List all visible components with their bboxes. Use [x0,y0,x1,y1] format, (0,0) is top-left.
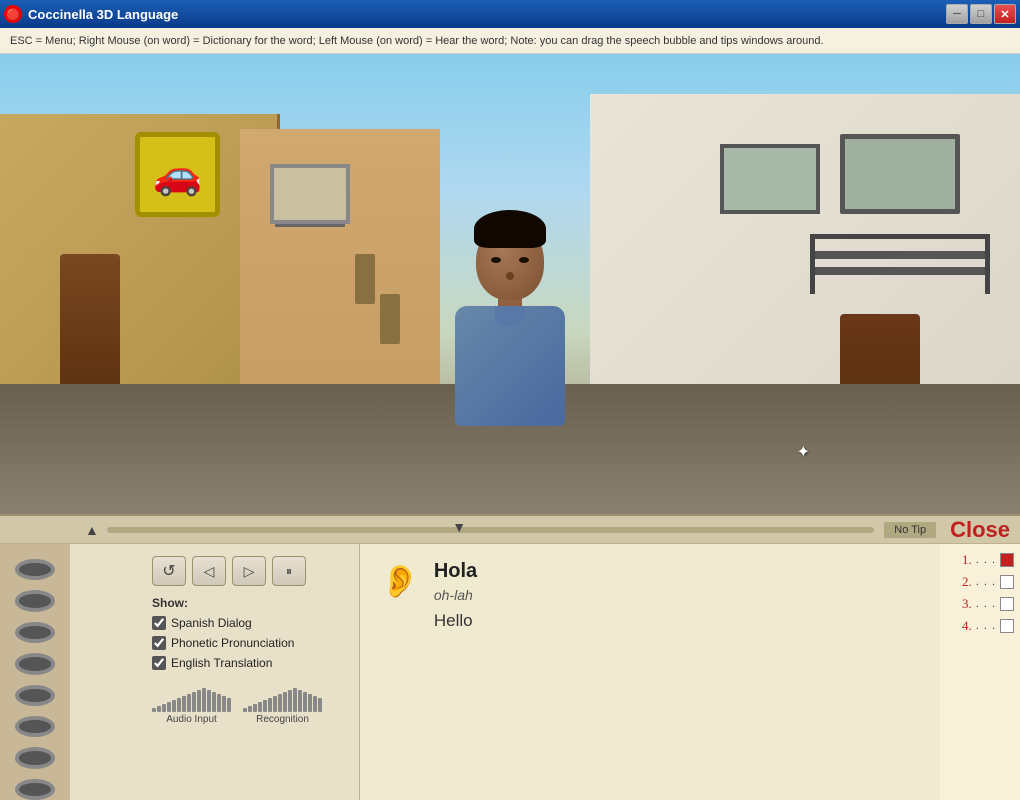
pause-button[interactable]: ⏸ [272,556,306,586]
character [440,214,580,424]
phonetic-option[interactable]: Phonetic Pronunciation [152,636,347,650]
dialog-content: 👂 Hola oh-lah Hello [380,560,920,631]
lamp-post [355,254,375,304]
audio-input-label: Audio Input [166,714,217,725]
char-nose [506,272,514,280]
hint-bar: ESC = Menu; Right Mouse (on word) = Dict… [0,28,1020,54]
audio-row: Audio Input Recognition [152,680,347,725]
no-tip-label: No Tip [884,522,936,538]
char-collar [495,306,525,326]
checkbox-4[interactable] [1000,619,1014,633]
scroll-thumb[interactable]: ▼ [452,519,466,535]
spiral-ring [15,685,55,706]
cursor-indicator: ✦ [797,442,810,462]
english-word: Hello [434,611,477,631]
char-body [455,306,565,426]
app-icon: 🔴 [4,5,22,23]
balcony-rail [275,224,345,227]
balcony-center [270,164,350,224]
playback-controls: ↺ ◁ ▷ ⏸ [152,552,347,590]
spiral-ring [15,779,55,800]
audio-input-meter [152,680,231,712]
title-bar-left: 🔴 Coccinella 3D Language [4,5,178,23]
window-right-1 [840,134,960,214]
number-1: 1. [962,552,972,568]
progress-bar-row: ▲ ▼ No Tip Close [0,514,1020,544]
phonetic-checkbox[interactable] [152,636,166,650]
rewind-button[interactable]: ↺ [152,556,186,586]
char-hair [474,210,546,248]
char-eye-right [519,257,529,263]
dialog-panel: 👂 Hola oh-lah Hello [360,544,940,800]
play-button[interactable]: ▷ [232,556,266,586]
spanish-dialog-label: Spanish Dialog [171,616,252,630]
english-label: English Translation [171,656,272,670]
checkbox-3[interactable] [1000,597,1014,611]
close-window-button[interactable]: ✕ [994,4,1016,24]
spanish-word[interactable]: Hola [434,560,477,583]
spanish-dialog-checkbox[interactable] [152,616,166,630]
spiral-ring [15,747,55,768]
dots-3: . . . [976,598,996,610]
spiral-ring [15,590,55,611]
phonetic-label: Phonetic Pronunciation [171,636,294,650]
door-left [60,254,120,404]
show-label: Show: [152,596,347,610]
english-translation-option[interactable]: English Translation [152,656,347,670]
dots-2: . . . [976,576,996,588]
spanish-dialog-option[interactable]: Spanish Dialog [152,616,347,630]
back-button[interactable]: ◁ [192,556,226,586]
window-controls: ─ □ ✕ [946,4,1016,24]
spiral-ring [15,653,55,674]
minimize-button[interactable]: ─ [946,4,968,24]
char-eye-left [491,257,501,263]
content-row: ↺ ◁ ▷ ⏸ Show: Spanish Dialog Phonetic Pr… [0,544,1020,800]
dots-1: . . . [976,554,996,566]
spiral-ring [15,622,55,643]
window-right-2 [720,144,820,214]
audio-input-col: Audio Input [152,680,231,725]
hint-text: ESC = Menu; Right Mouse (on word) = Dict… [10,35,824,47]
balcony-right [810,234,990,294]
ear-icon[interactable]: 👂 [380,562,420,600]
maximize-button[interactable]: □ [970,4,992,24]
lamp-post-2 [380,294,400,344]
number-row-3[interactable]: 3. . . . [946,596,1014,612]
street-sign: 🚗 [135,132,220,217]
checkbox-2[interactable] [1000,575,1014,589]
number-row-1[interactable]: 1. . . . [946,552,1014,568]
recognition-meter [243,680,322,712]
progress-track[interactable]: ▼ [107,527,874,533]
recognition-col: Recognition [243,680,322,725]
spiral-ring [15,716,55,737]
title-bar: 🔴 Coccinella 3D Language ─ □ ✕ [0,0,1020,28]
right-panel: 1. . . . 2. . . . 3. . . . 4. . . . [940,544,1020,800]
scroll-up-arrow[interactable]: ▲ [85,522,99,538]
number-3: 3. [962,596,972,612]
number-2: 2. [962,574,972,590]
dots-4: . . . [976,620,996,632]
3d-scene[interactable]: 🚗 [0,54,1020,514]
close-panel-button[interactable]: Close [950,517,1010,543]
number-row-4[interactable]: 4. . . . [946,618,1014,634]
checkbox-1[interactable] [1000,553,1014,567]
spiral-binding [0,544,70,800]
spiral-ring [15,559,55,580]
english-checkbox[interactable] [152,656,166,670]
left-panel: ↺ ◁ ▷ ⏸ Show: Spanish Dialog Phonetic Pr… [140,544,360,800]
number-row-2[interactable]: 2. . . . [946,574,1014,590]
title-text: Coccinella 3D Language [28,7,178,22]
bottom-panel: ▲ ▼ No Tip Close ↺ ◁ ▷ [0,514,1020,800]
number-4: 4. [962,618,972,634]
recognition-label: Recognition [256,714,309,725]
dialog-text: Hola oh-lah Hello [434,560,477,631]
phonetic-word: oh-lah [434,587,477,603]
